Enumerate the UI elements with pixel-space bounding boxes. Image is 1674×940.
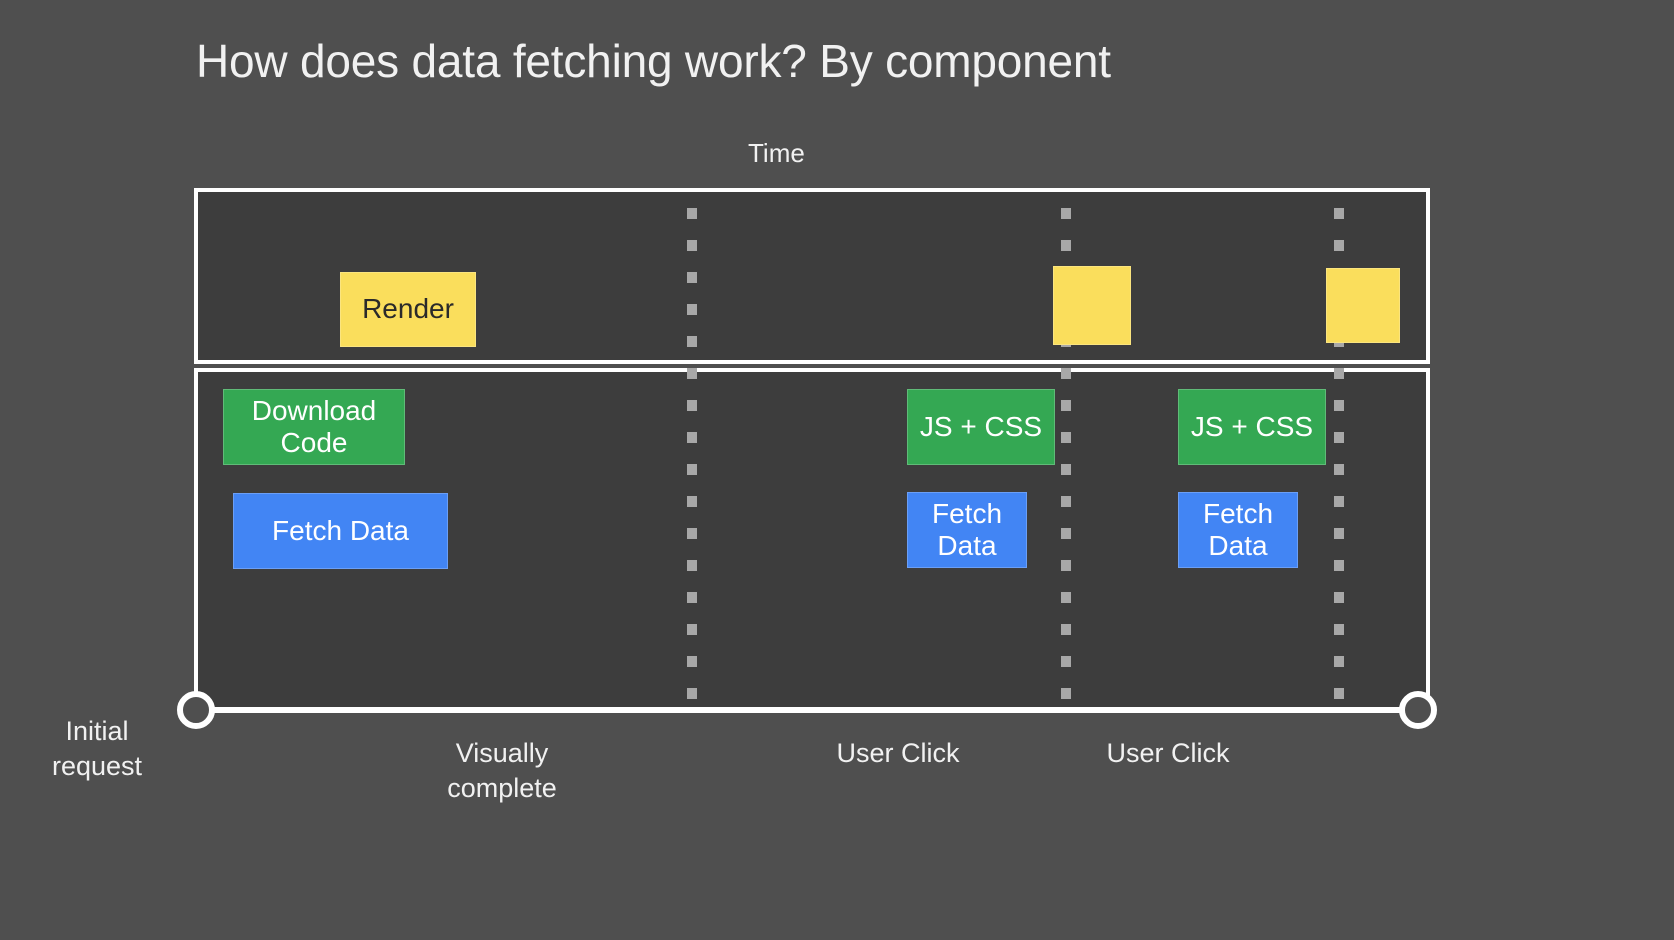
timeline-end-circle-icon bbox=[1399, 691, 1437, 729]
block-download-code: Download Code bbox=[223, 389, 405, 465]
timeline-diagram: Render Download Code Fetch Data JS + CSS… bbox=[194, 188, 1430, 712]
axis-label-user-click-2: User Click bbox=[1106, 738, 1230, 768]
block-fetch-data-2: Fetch Data bbox=[907, 492, 1027, 568]
block-render-2 bbox=[1053, 266, 1131, 345]
timeline-axis bbox=[196, 707, 1418, 713]
page-title: How does data fetching work? By componen… bbox=[196, 35, 1111, 87]
slide-canvas: How does data fetching work? By componen… bbox=[0, 0, 1674, 940]
block-fetch-data-1: Fetch Data bbox=[233, 493, 448, 569]
block-fetch-data-3: Fetch Data bbox=[1178, 492, 1298, 568]
block-render-3 bbox=[1326, 268, 1400, 343]
block-js-css-2: JS + CSS bbox=[1178, 389, 1326, 465]
axis-label-initial-request: Initial request bbox=[51, 716, 143, 781]
axis-label-user-click-1: User Click bbox=[836, 738, 960, 768]
block-js-css-1: JS + CSS bbox=[907, 389, 1055, 465]
time-axis-caption: Time bbox=[748, 138, 805, 168]
block-render: Render bbox=[340, 272, 476, 347]
axis-label-visually-complete: Visually complete bbox=[447, 738, 557, 803]
